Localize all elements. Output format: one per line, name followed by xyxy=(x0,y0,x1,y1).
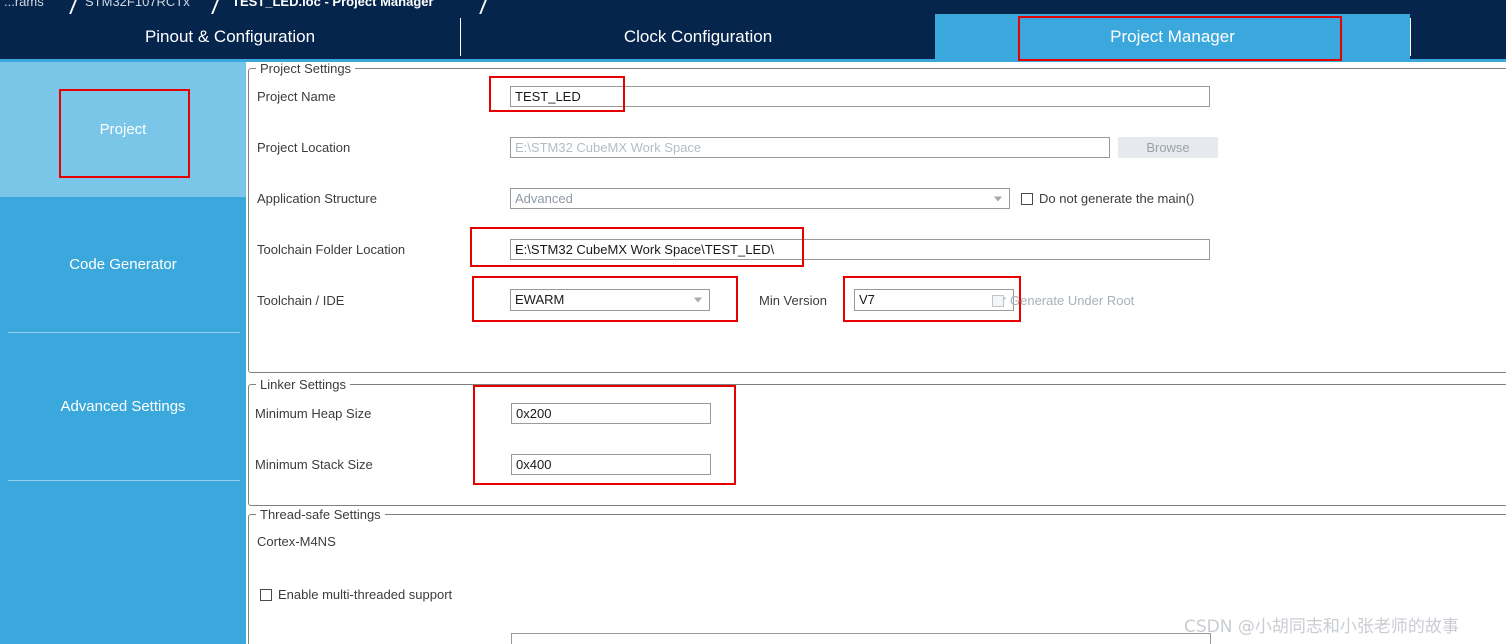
sidebar-item-code-generator[interactable]: Code Generator xyxy=(0,197,246,332)
main-tabbar: Pinout & Configuration Clock Configurati… xyxy=(0,14,1506,59)
project-name-label: Project Name xyxy=(257,89,336,104)
breadcrumb-separator-2 xyxy=(477,0,489,14)
breadcrumb-item-0[interactable]: ...rams xyxy=(4,0,44,9)
toolchain-ide-value: EWARM xyxy=(515,292,565,307)
browse-button[interactable]: Browse xyxy=(1118,137,1218,158)
min-version-select[interactable]: V7 xyxy=(854,289,1014,311)
linker-settings-group-title: Linker Settings xyxy=(256,377,350,392)
enable-multithreaded-support-checkbox[interactable]: Enable multi-threaded support xyxy=(260,587,452,602)
project-name-input[interactable] xyxy=(510,86,1210,107)
sidebar-item-project[interactable]: Project xyxy=(0,62,246,197)
minimum-heap-size-input[interactable] xyxy=(511,403,711,424)
breadcrumb-separator-1 xyxy=(209,0,221,14)
thread-safe-settings-group-title: Thread-safe Settings xyxy=(256,507,385,522)
tab-pinout-configuration[interactable]: Pinout & Configuration xyxy=(0,14,460,59)
stm32cubemx-window: ...rams STM32F107RCTx TEST_LED.ioc - Pro… xyxy=(0,0,1506,644)
toolchain-ide-label: Toolchain / IDE xyxy=(257,293,345,308)
application-structure-select[interactable]: Advanced xyxy=(510,188,1010,209)
thread-safe-bottom-input[interactable] xyxy=(511,633,1211,644)
project-settings-group-title: Project Settings xyxy=(256,62,356,76)
generate-under-root-checkbox[interactable]: Generate Under Root xyxy=(992,293,1134,308)
chevron-down-icon xyxy=(994,196,1003,201)
breadcrumb-item-1[interactable]: STM32F107RCTx xyxy=(85,0,190,9)
project-location-input[interactable] xyxy=(510,137,1110,158)
application-structure-value: Advanced xyxy=(515,191,573,206)
csdn-watermark: CSDN @小胡同志和小张老师的故事 xyxy=(1184,617,1459,637)
min-version-value: V7 xyxy=(859,292,875,307)
tab-project-manager[interactable]: Project Manager xyxy=(935,14,1410,59)
linker-settings-group: Linker Settings xyxy=(248,377,1506,506)
toolchain-ide-select[interactable]: EWARM xyxy=(510,289,710,311)
chevron-down-icon xyxy=(694,297,703,303)
breadcrumb-separator-0 xyxy=(67,0,79,14)
checkbox-box-icon xyxy=(1021,192,1033,205)
cortex-core-label: Cortex-M4NS xyxy=(257,534,336,549)
project-settings-group: Project Settings xyxy=(248,62,1506,373)
sidebar-item-project-label: Project xyxy=(99,121,147,138)
sidebar-item-advanced-settings[interactable]: Advanced Settings xyxy=(0,333,246,480)
checkbox-box-icon xyxy=(260,588,272,601)
do-not-generate-main-checkbox[interactable]: Do not generate the main() xyxy=(1021,191,1194,206)
minimum-stack-size-label: Minimum Stack Size xyxy=(255,457,373,472)
breadcrumb-item-2[interactable]: TEST_LED.ioc - Project Manager xyxy=(232,0,434,9)
min-version-label: Min Version xyxy=(759,293,827,308)
minimum-stack-size-input[interactable] xyxy=(511,454,711,475)
breadcrumb: ...rams STM32F107RCTx TEST_LED.ioc - Pro… xyxy=(0,0,1506,14)
sidebar-item-code-generator-label: Code Generator xyxy=(69,256,177,273)
tab-divider-1 xyxy=(1410,18,1411,56)
minimum-heap-size-label: Minimum Heap Size xyxy=(255,406,372,421)
checkbox-box-icon xyxy=(992,294,1004,307)
toolchain-folder-location-label: Toolchain Folder Location xyxy=(257,242,406,257)
tab-clock-configuration[interactable]: Clock Configuration xyxy=(461,14,935,59)
application-structure-label: Application Structure xyxy=(257,191,377,206)
generate-under-root-label: Generate Under Root xyxy=(1010,293,1135,308)
sidebar: Project Code Generator Advanced Settings xyxy=(0,62,246,644)
do-not-generate-main-label: Do not generate the main() xyxy=(1039,191,1195,206)
sidebar-item-advanced-settings-label: Advanced Settings xyxy=(60,398,186,415)
project-location-label: Project Location xyxy=(257,140,351,155)
toolchain-folder-location-input[interactable] xyxy=(510,239,1210,260)
sidebar-separator-1 xyxy=(8,480,240,481)
enable-multithreaded-support-label: Enable multi-threaded support xyxy=(278,587,453,602)
project-manager-panel: Project Settings Project Name Project Lo… xyxy=(246,62,1506,644)
